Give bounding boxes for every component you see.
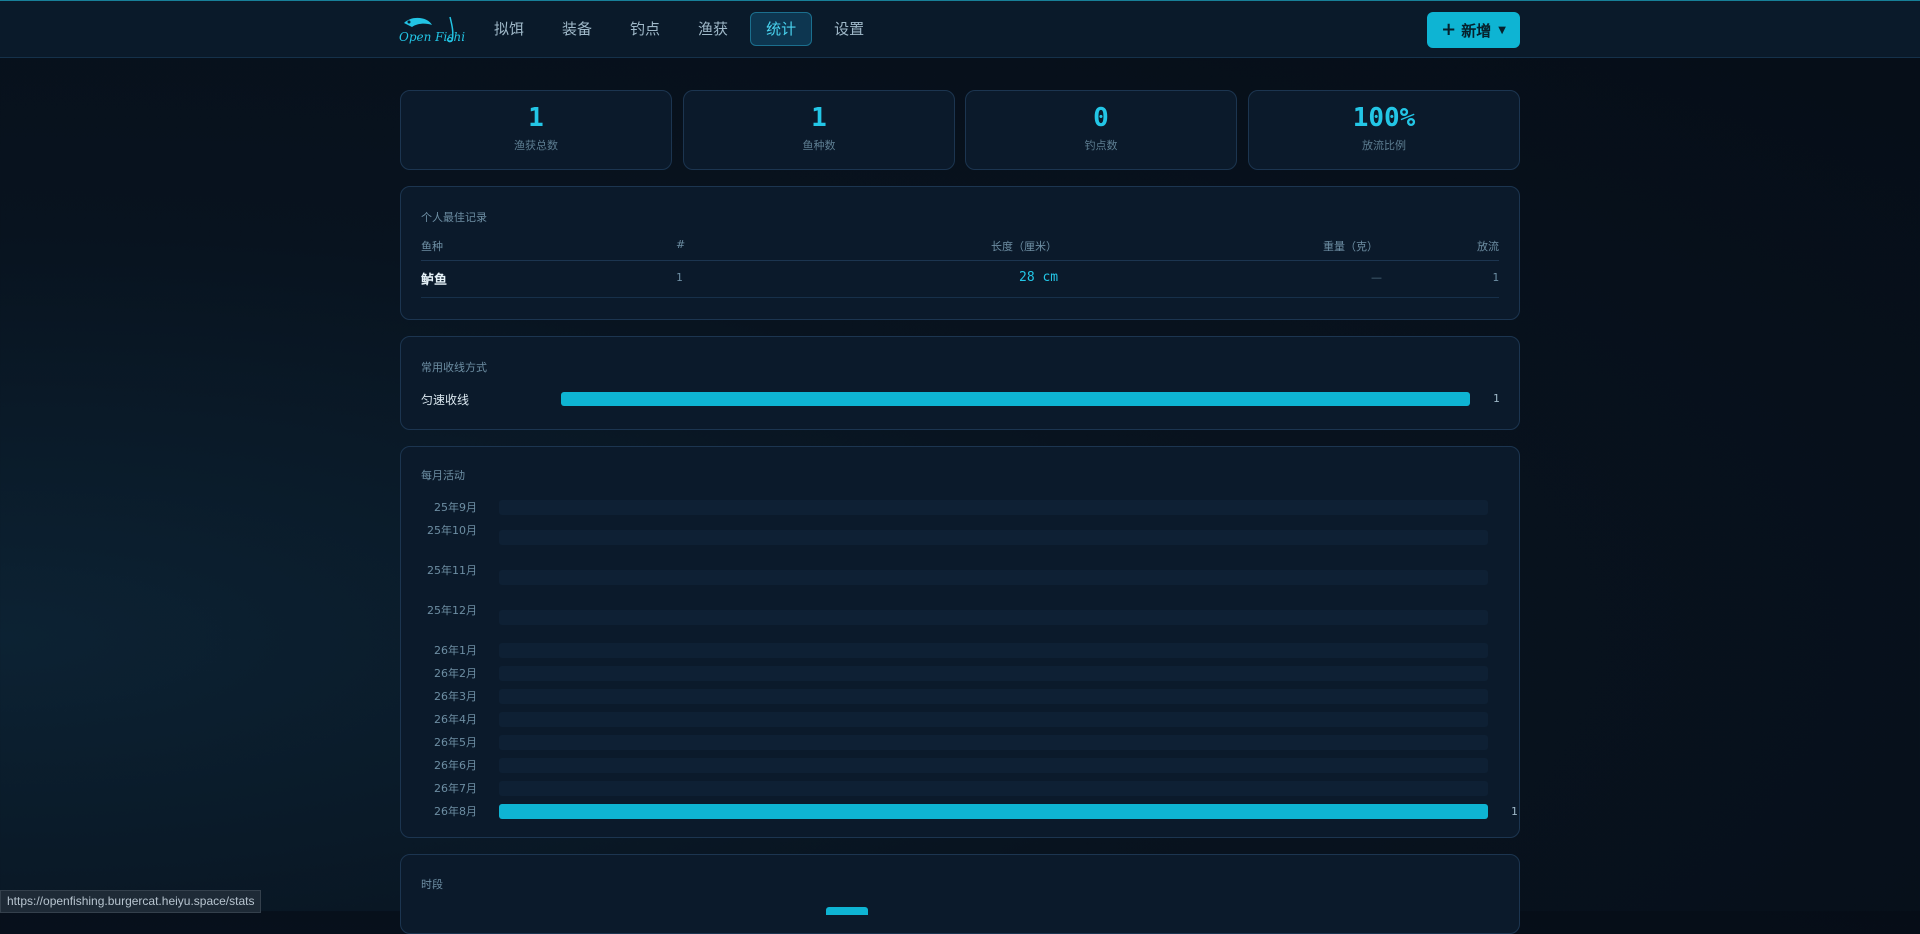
table-header: 鱼种 # 长度（厘米） 重量（克） 放流 (421, 238, 1499, 261)
month-label: 26年2月 (434, 667, 477, 680)
month-row: 26年3月 (419, 689, 1501, 704)
section-title: 时段 (421, 878, 443, 891)
stat-value: 1 (811, 103, 827, 133)
month-label: 26年3月 (434, 690, 477, 703)
month-bar-track (499, 758, 1488, 773)
open-fishing-logo[interactable]: Open Fishing (398, 13, 466, 47)
month-label: 26年1月 (434, 644, 477, 657)
nav-lures[interactable]: 拟饵 (478, 12, 540, 46)
navbar: Open Fishing 拟饵 装备 钓点 渔获 统计 设置 + 新增 ▼ (0, 1, 1920, 58)
stat-card-release-ratio: 100% 放流比例 (1248, 90, 1520, 170)
month-bar-track (499, 735, 1488, 750)
retrieve-label: 匀速收线 (421, 393, 470, 407)
plus-icon: + (1441, 19, 1457, 40)
nav-settings[interactable]: 设置 (818, 12, 880, 46)
month-bar-track (499, 643, 1488, 658)
retrieve-bar-track (561, 392, 1470, 406)
cell-length: 28 cm (1019, 270, 1059, 285)
stat-value: 100% (1352, 103, 1416, 133)
stat-label: 渔获总数 (514, 139, 558, 152)
col-released: 放流 (1477, 240, 1499, 253)
section-title: 每月活动 (421, 469, 465, 482)
cell-released: 1 (1492, 271, 1499, 284)
month-label: 26年5月 (434, 736, 477, 749)
stat-value: 1 (528, 103, 544, 133)
status-bar-url: https://openfishing.burgercat.heiyu.spac… (0, 890, 262, 913)
retrieve-count: 1 (1493, 392, 1500, 405)
month-label: 26年7月 (434, 782, 477, 795)
month-count: 1 (1511, 805, 1518, 818)
month-row: 25年12月 (419, 603, 1501, 633)
month-bar-track (499, 570, 1488, 585)
month-bar-track (499, 666, 1488, 681)
month-bar-fill (499, 804, 1488, 819)
month-row: 25年10月 (419, 523, 1501, 553)
month-row: 26年6月 (419, 758, 1501, 773)
month-label: 26年8月 (434, 805, 477, 818)
new-button[interactable]: + 新增 ▼ (1427, 12, 1520, 48)
month-row: 26年8月 1 (419, 804, 1518, 819)
time-of-day-card: 时段 (400, 854, 1520, 934)
month-bar-track (499, 781, 1488, 796)
col-length: 长度（厘米） (991, 240, 1057, 253)
stat-label: 鱼种数 (802, 139, 836, 152)
svg-text:Open Fishing: Open Fishing (399, 30, 466, 44)
month-bar-track (499, 712, 1488, 727)
col-species: 鱼种 (421, 240, 443, 253)
month-row: 25年11月 (419, 563, 1501, 593)
new-button-label: 新增 (1461, 21, 1492, 40)
chevron-down-icon: ▼ (1498, 24, 1506, 36)
month-row: 25年9月 (419, 500, 1501, 515)
stat-card-species: 1 鱼种数 (683, 90, 955, 170)
personal-best-card: 个人最佳记录 鱼种 # 长度（厘米） 重量（克） 放流 鲈鱼 1 28 cm —… (400, 186, 1520, 320)
nav-gear[interactable]: 装备 (546, 12, 608, 46)
time-bar (826, 907, 868, 915)
month-label: 25年12月 (427, 604, 477, 617)
stat-card-total-catches: 1 渔获总数 (400, 90, 672, 170)
month-row: 26年5月 (419, 735, 1501, 750)
stat-label: 放流比例 (1362, 139, 1406, 152)
month-row: 26年1月 (419, 643, 1501, 658)
month-label: 25年9月 (434, 501, 477, 514)
stat-value: 0 (1093, 103, 1109, 133)
month-bar-track (499, 804, 1488, 819)
cell-weight: — (1371, 271, 1382, 284)
nav-stats[interactable]: 统计 (750, 12, 813, 46)
monthly-activity-card: 每月活动 25年9月 25年10月 25年11月 25年12月 26年1月 26年2月 26… (400, 446, 1520, 838)
main-nav: 拟饵 装备 钓点 渔获 统计 设置 (478, 12, 880, 46)
nav-catches[interactable]: 渔获 (682, 12, 744, 46)
month-label: 26年4月 (434, 713, 477, 726)
section-title: 常用收线方式 (421, 361, 487, 374)
retrieve-bar-fill (561, 392, 1470, 406)
cell-count: 1 (676, 271, 683, 284)
month-label: 25年10月 (427, 524, 477, 537)
month-label: 26年6月 (434, 759, 477, 772)
stat-label: 钓点数 (1084, 139, 1118, 152)
month-bar-track (499, 500, 1488, 515)
month-bar-track (499, 530, 1488, 545)
month-label: 25年11月 (427, 564, 477, 577)
col-count: # (676, 238, 686, 251)
retrieve-method-card: 常用收线方式 匀速收线 1 (400, 336, 1520, 430)
month-bar-track (499, 610, 1488, 625)
nav-spots[interactable]: 钓点 (614, 12, 676, 46)
month-row: 26年7月 (419, 781, 1501, 796)
col-weight: 重量（克） (1323, 240, 1378, 253)
section-title: 个人最佳记录 (421, 211, 487, 224)
month-row: 26年4月 (419, 712, 1501, 727)
month-bar-track (499, 689, 1488, 704)
stat-card-spots: 0 钓点数 (965, 90, 1237, 170)
table-row[interactable]: 鲈鱼 1 28 cm — 1 (421, 261, 1499, 298)
month-row: 26年2月 (419, 666, 1501, 681)
cell-species: 鲈鱼 (421, 273, 448, 288)
